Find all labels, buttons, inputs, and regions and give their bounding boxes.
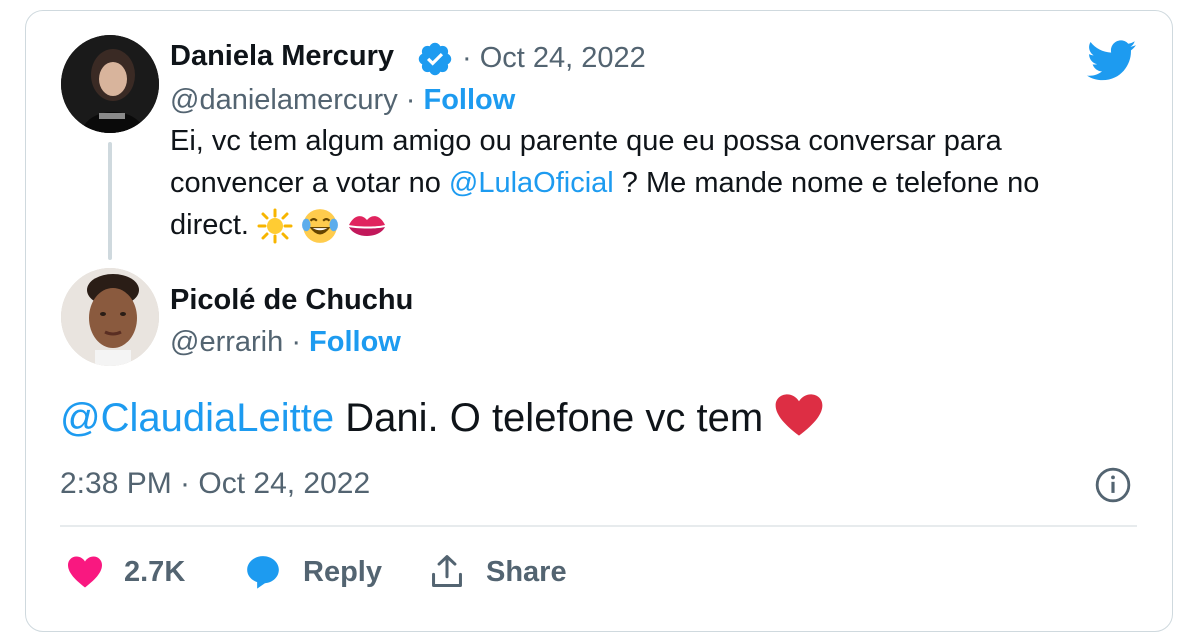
quoted-text-line: Ei, vc tem algum amigo ou parente que eu… — [170, 125, 1002, 157]
separator-dot: · — [405, 84, 416, 116]
author-handle[interactable]: @danielamercury — [170, 84, 398, 116]
reply-bubble-icon — [247, 556, 279, 589]
info-icon[interactable] — [1094, 466, 1132, 504]
reply-button[interactable]: Reply — [243, 550, 382, 594]
thread-connector — [108, 142, 112, 260]
avatar[interactable] — [61, 268, 159, 366]
like-count: 2.7K — [124, 555, 186, 588]
quoted-text-line: direct. — [170, 204, 387, 246]
text-segment: ? Me mande nome e telefone no — [613, 167, 1040, 199]
tweet-timestamp[interactable]: 2:38 PM · Oct 24, 2022 — [60, 467, 370, 501]
mention-link[interactable]: @LulaOficial — [449, 167, 614, 199]
share-icon — [432, 555, 462, 587]
follow-button[interactable]: Follow — [309, 326, 401, 358]
mention-link[interactable]: @ClaudiaLeitte — [60, 396, 334, 440]
text-segment: direct. — [170, 209, 249, 241]
laughing-tears-emoji — [302, 209, 339, 244]
author-name[interactable]: Daniela Mercury — [170, 40, 394, 73]
red-heart-emoji — [775, 394, 823, 437]
reply-label: Reply — [303, 555, 382, 588]
like-button[interactable]: 2.7K — [66, 550, 185, 594]
separator-dot: · — [291, 326, 301, 358]
divider — [60, 525, 1137, 527]
text-segment: convencer a votar no — [170, 167, 449, 199]
handle-row: @errarih · Follow — [170, 326, 401, 359]
follow-button[interactable]: Follow — [424, 84, 516, 116]
kiss-lips-emoji — [349, 216, 386, 237]
handle-row: @danielamercury · Follow — [170, 84, 515, 117]
author-handle[interactable]: @errarih — [170, 326, 283, 358]
sun-emoji — [257, 208, 293, 244]
twitter-bird-icon[interactable] — [1087, 40, 1137, 82]
heart-icon — [68, 556, 102, 588]
avatar[interactable] — [61, 35, 159, 133]
author-name[interactable]: Picolé de Chuchu — [170, 284, 413, 317]
tweet-date[interactable]: · Oct 24, 2022 — [462, 42, 646, 75]
text-segment: Dani. O telefone vc tem — [334, 396, 764, 440]
quoted-text-line: convencer a votar no @LulaOficial ? Me m… — [170, 162, 1039, 204]
share-button[interactable]: Share — [428, 550, 567, 594]
share-label: Share — [486, 555, 567, 588]
verified-badge-icon — [418, 42, 452, 76]
tweet-text: @ClaudiaLeitte Dani. O telefone vc tem — [60, 394, 824, 441]
